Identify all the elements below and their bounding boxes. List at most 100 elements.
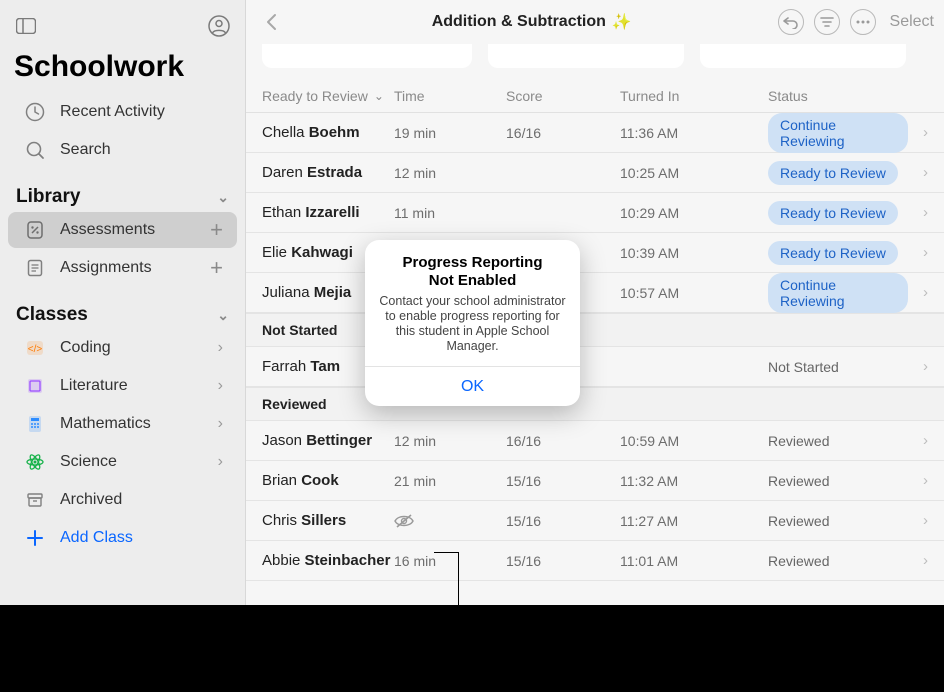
chevron-right-icon: › [908, 358, 928, 375]
doc-icon [22, 255, 48, 281]
table-row[interactable]: Elie Kahwagi10:39 AMReady to Review› [246, 233, 944, 273]
sidebar-section-library[interactable]: Library ⌄ [0, 170, 245, 212]
cell-time: 16 min [394, 553, 506, 569]
cell-time [394, 514, 506, 528]
column-header-turnedin[interactable]: Turned In [620, 88, 768, 104]
sidebar-item-coding[interactable]: </> Coding › [8, 330, 237, 366]
chevron-right-icon: › [908, 512, 928, 529]
cell-score: 16/16 [506, 125, 620, 141]
cell-score: 15/16 [506, 553, 620, 569]
main-content: Addition & Subtraction ✨ Select To Revie… [246, 0, 944, 605]
sidebar-item-archived[interactable]: Archived [8, 482, 237, 518]
cell-status[interactable]: Ready to Review [768, 161, 908, 185]
column-header-name[interactable]: Ready to Review ⌄ [262, 88, 394, 104]
sidebar-item-recent[interactable]: Recent Activity [8, 94, 237, 130]
status-pill[interactable]: Ready to Review [768, 241, 898, 265]
plus-icon[interactable]: + [210, 217, 223, 243]
table-row[interactable]: Chris Sillers15/1611:27 AMReviewed› [246, 501, 944, 541]
cell-status[interactable]: Ready to Review [768, 201, 908, 225]
cell-status[interactable]: Continue Reviewing [768, 113, 908, 153]
cell-turned-in: 11:36 AM [620, 125, 768, 141]
search-icon [22, 137, 48, 163]
chevron-right-icon: › [908, 164, 928, 181]
column-header-score[interactable]: Score [506, 88, 620, 104]
cell-status[interactable]: Continue Reviewing [768, 273, 908, 313]
chevron-right-icon: › [908, 472, 928, 489]
cell-time: 11 min [394, 205, 506, 221]
cell-name: Juliana Mejia [262, 284, 394, 301]
column-label: Ready to Review [262, 88, 368, 104]
cell-turned-in: 10:25 AM [620, 165, 768, 181]
table-row[interactable]: Jason Bettinger12 min16/1610:59 AMReview… [246, 421, 944, 461]
table-row[interactable]: Farrah TamNot Started› [246, 347, 944, 387]
status-pill[interactable]: Continue Reviewing [768, 273, 908, 313]
cell-name: Brian Cook [262, 472, 394, 489]
bottom-black-band [0, 605, 944, 692]
section-header: Not Started [246, 313, 944, 347]
chevron-right-icon: › [908, 284, 928, 301]
book-icon [22, 373, 48, 399]
more-icon[interactable] [850, 9, 876, 35]
chevron-right-icon: › [218, 415, 223, 433]
chevron-right-icon: › [908, 244, 928, 261]
plus-icon[interactable]: + [210, 255, 223, 281]
cell-turned-in: 11:27 AM [620, 513, 768, 529]
sidebar-item-label: Add Class [60, 529, 133, 547]
table-row[interactable]: Juliana Mejia10:57 AMContinue Reviewing› [246, 273, 944, 313]
back-button[interactable] [256, 7, 286, 37]
app-title: Schoolwork [0, 44, 245, 94]
cell-turned-in: 10:29 AM [620, 205, 768, 221]
cell-status: Reviewed [768, 513, 908, 529]
plus-icon [22, 525, 48, 551]
chevron-down-icon: ⌄ [217, 307, 229, 324]
section-header: Classes [16, 304, 88, 326]
sidebar-item-search[interactable]: Search [8, 132, 237, 168]
eye-slash-icon [394, 514, 506, 528]
table-header: Ready to Review ⌄ Time Score Turned In S… [246, 82, 944, 113]
sidebar-item-literature[interactable]: Literature › [8, 368, 237, 404]
column-header-time[interactable]: Time [394, 88, 506, 104]
cell-time: 19 min [394, 125, 506, 141]
cell-score: 16/16 [506, 433, 620, 449]
cell-name: Elie Kahwagi [262, 244, 394, 261]
cell-status: Reviewed [768, 433, 908, 449]
sidebar-item-assignments[interactable]: Assignments + [8, 250, 237, 286]
cell-turned-in: 10:59 AM [620, 433, 768, 449]
chevron-right-icon: › [908, 204, 928, 221]
undo-icon[interactable] [778, 9, 804, 35]
sidebar-item-assessments[interactable]: Assessments + [8, 212, 237, 248]
table-row[interactable]: Abbie Steinbacher16 min15/1611:01 AMRevi… [246, 541, 944, 581]
status-pill[interactable]: Ready to Review [768, 201, 898, 225]
select-button[interactable]: Select [886, 13, 934, 31]
sidebar-section-classes[interactable]: Classes ⌄ [0, 288, 245, 330]
titlebar: Addition & Subtraction ✨ Select [246, 0, 944, 44]
status-pill[interactable]: Ready to Review [768, 161, 898, 185]
sidebar-item-science[interactable]: Science › [8, 444, 237, 480]
table-row[interactable]: Daren Estrada12 min10:25 AMReady to Revi… [246, 153, 944, 193]
filter-icon[interactable] [814, 9, 840, 35]
cell-turned-in: 11:01 AM [620, 553, 768, 569]
sidebar-toggle-icon[interactable] [12, 12, 40, 40]
cell-name: Chris Sillers [262, 512, 394, 529]
table: Ready to Review ⌄ Time Score Turned In S… [246, 82, 944, 605]
sidebar-item-mathematics[interactable]: Mathematics › [8, 406, 237, 442]
cell-score: 15/16 [506, 473, 620, 489]
table-row[interactable]: Chella Boehm19 min16/1611:36 AMContinue … [246, 113, 944, 153]
section-header: Reviewed [246, 387, 944, 421]
sidebar-add-class[interactable]: Add Class [8, 520, 237, 556]
table-row[interactable]: Brian Cook21 min15/1611:32 AMReviewed› [246, 461, 944, 501]
status-pill[interactable]: Continue Reviewing [768, 113, 908, 153]
sidebar-item-label: Assignments [60, 259, 152, 277]
profile-icon[interactable] [205, 12, 233, 40]
table-row[interactable]: Ethan Izzarelli11 min10:29 AMReady to Re… [246, 193, 944, 233]
section-header: Library [16, 186, 80, 208]
cell-status[interactable]: Ready to Review [768, 241, 908, 265]
cell-time: 21 min [394, 473, 506, 489]
sparkle-icon: ✨ [612, 12, 632, 32]
chevron-right-icon: › [218, 377, 223, 395]
cell-status: Reviewed [768, 473, 908, 489]
cell-name: Abbie Steinbacher [262, 552, 394, 569]
chevron-right-icon: › [218, 339, 223, 357]
column-header-status[interactable]: Status [768, 88, 908, 104]
cell-name: Chella Boehm [262, 124, 394, 141]
